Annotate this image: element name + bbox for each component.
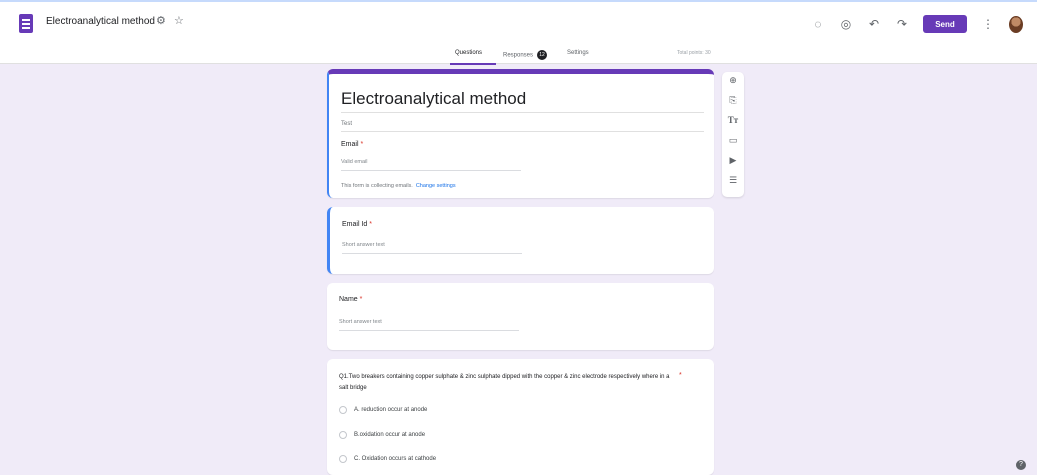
question-label: Name * xyxy=(339,296,362,303)
divider xyxy=(341,112,704,113)
radio-button[interactable] xyxy=(339,406,347,414)
document-title[interactable]: Electroanalytical method xyxy=(46,16,155,27)
question-card-name[interactable]: Name * Short answer text xyxy=(327,283,714,350)
form-description[interactable]: Test xyxy=(341,121,352,127)
answer-underline xyxy=(339,330,519,331)
form-header-card[interactable]: Electroanalytical method Test Email * Va… xyxy=(327,69,714,198)
top-right-tools: ◌ ◎ ↶ ↷ Send ⋮ xyxy=(811,10,1023,38)
radio-button[interactable] xyxy=(339,431,347,439)
tab-responses[interactable]: Responses 12 xyxy=(503,50,548,60)
tab-responses-label: Responses xyxy=(503,52,534,59)
forms-logo-icon[interactable] xyxy=(19,14,33,33)
redo-icon[interactable]: ↷ xyxy=(895,17,909,31)
answer-underline xyxy=(342,253,522,254)
avatar[interactable] xyxy=(1009,15,1023,33)
more-vert-icon[interactable]: ⋮ xyxy=(981,17,995,31)
question-card-email-id[interactable]: Email Id * Short answer text xyxy=(327,207,714,274)
collecting-note-text: This form is collecting emails. xyxy=(341,183,413,189)
total-points: Total points: 30 xyxy=(677,50,711,56)
add-question-icon[interactable]: ⊕ xyxy=(722,75,744,86)
add-title-icon[interactable]: Tт xyxy=(722,115,744,125)
add-video-icon[interactable]: ▶ xyxy=(722,155,744,166)
required-mark: * xyxy=(360,141,364,148)
divider xyxy=(341,131,704,132)
move-to-folder-icon[interactable]: ⚙ xyxy=(156,14,166,27)
help-icon[interactable]: ? xyxy=(1016,460,1026,470)
import-questions-icon[interactable]: ⎘ xyxy=(722,95,744,106)
undo-icon[interactable]: ↶ xyxy=(867,17,881,31)
active-tab-indicator xyxy=(450,63,496,65)
email-field[interactable]: Valid email xyxy=(341,159,368,165)
option-label: A. reduction occur at anode xyxy=(354,407,428,413)
tab-questions[interactable]: Questions xyxy=(455,50,482,56)
email-label-text: Email xyxy=(341,141,359,148)
option-a[interactable]: A. reduction occur at anode xyxy=(339,405,427,415)
star-icon[interactable]: ☆ xyxy=(174,14,184,27)
required-mark: * xyxy=(369,221,372,228)
change-settings-link[interactable]: Change settings xyxy=(416,183,456,189)
question-label: Email Id * xyxy=(342,221,372,228)
option-label: C. Oxidation occurs at cathode xyxy=(354,456,437,462)
send-button[interactable]: Send xyxy=(923,15,967,33)
tab-bar: Questions Responses 12 Settings Total poi… xyxy=(0,48,1037,66)
add-section-icon[interactable]: ☰ xyxy=(722,175,744,186)
option-b[interactable]: B.oxidation occur at anode xyxy=(339,430,425,440)
palette-icon[interactable]: ◌ xyxy=(811,17,825,31)
question-title: Q1.Two breakers containing copper sulpha… xyxy=(339,374,670,391)
short-answer-field[interactable]: Short answer text xyxy=(339,319,382,325)
email-field-underline xyxy=(341,170,521,171)
question-toolbar: ⊕ ⎘ Tт ▭ ▶ ☰ xyxy=(722,72,744,197)
top-bar: Electroanalytical method ⚙ ☆ ◌ ◎ ↶ ↷ Sen… xyxy=(0,0,1037,66)
question-card-q1[interactable]: Q1.Two breakers containing copper sulpha… xyxy=(327,359,714,475)
tab-settings[interactable]: Settings xyxy=(567,50,589,56)
question-title: Email Id xyxy=(342,221,368,228)
preview-eye-icon[interactable]: ◎ xyxy=(839,17,853,31)
collecting-emails-note: This form is collecting emails. Change se… xyxy=(341,183,456,189)
required-mark: * xyxy=(679,372,682,379)
email-question-label: Email * xyxy=(341,141,363,148)
short-answer-field[interactable]: Short answer text xyxy=(342,242,385,248)
option-label: B.oxidation occur at anode xyxy=(354,432,426,438)
form-title[interactable]: Electroanalytical method xyxy=(341,89,526,109)
required-mark: * xyxy=(359,296,363,303)
radio-button[interactable] xyxy=(339,455,347,463)
option-c[interactable]: C. Oxidation occurs at cathode xyxy=(339,454,436,464)
responses-count-badge: 12 xyxy=(537,50,548,60)
question-title: Name xyxy=(339,296,358,303)
add-image-icon[interactable]: ▭ xyxy=(722,135,744,146)
